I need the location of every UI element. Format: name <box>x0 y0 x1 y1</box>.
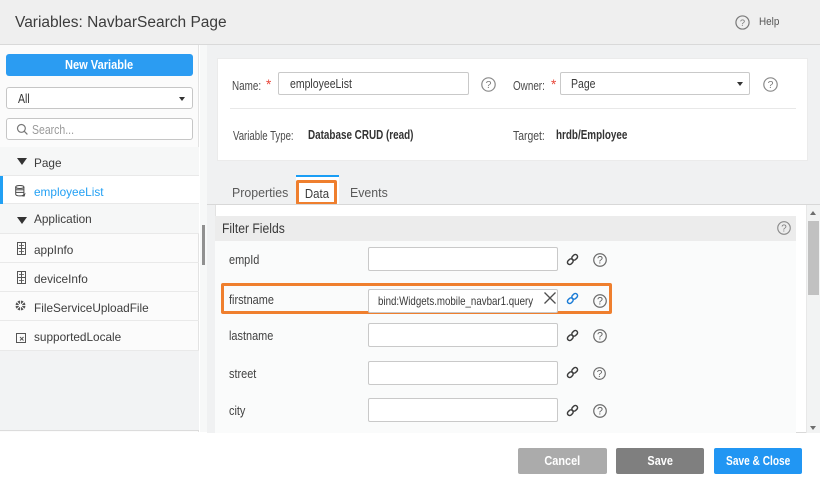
svg-text:?: ? <box>597 406 603 418</box>
svg-text:?: ? <box>768 79 774 91</box>
svg-text:?: ? <box>597 331 603 343</box>
svg-text:?: ? <box>740 17 745 27</box>
svg-text:?: ? <box>597 295 603 307</box>
svg-text:?: ? <box>486 79 492 91</box>
svg-text:?: ? <box>597 369 603 380</box>
svg-text:?: ? <box>597 255 603 267</box>
svg-text:?: ? <box>781 223 787 234</box>
